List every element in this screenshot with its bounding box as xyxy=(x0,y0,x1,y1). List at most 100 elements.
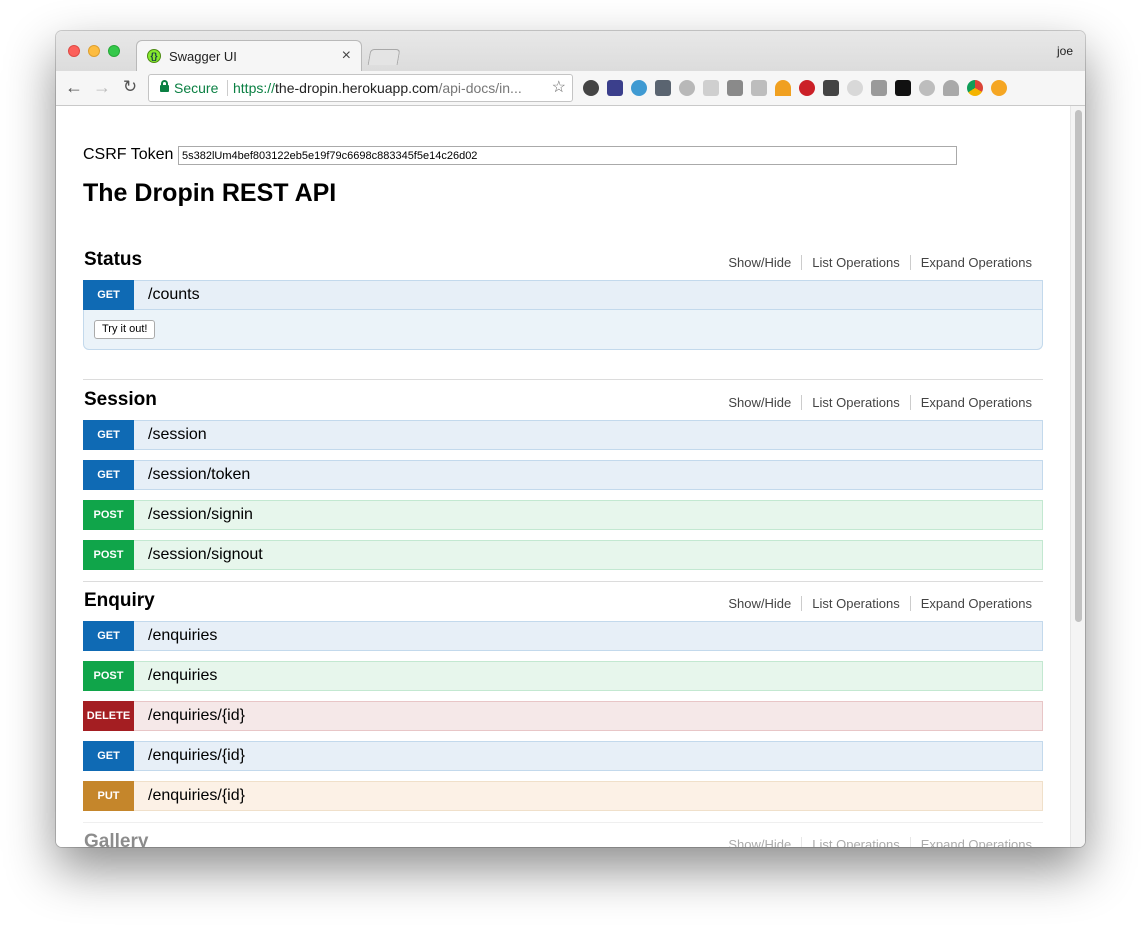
delicious-extension-icon[interactable] xyxy=(823,80,839,96)
operation-row[interactable]: GET /session xyxy=(83,420,1043,450)
http-method-badge[interactable]: POST xyxy=(83,540,134,570)
chrome-extension-icon[interactable] xyxy=(967,80,983,96)
back-arrow-icon[interactable]: ← xyxy=(64,77,84,98)
chat-extension-icon[interactable] xyxy=(751,80,767,96)
eye-extension-icon[interactable] xyxy=(943,80,959,96)
profile-name[interactable]: joe xyxy=(1057,44,1073,58)
http-method-badge[interactable]: DELETE xyxy=(83,701,134,731)
operation-path[interactable]: /session/signout xyxy=(148,546,263,564)
vertical-scrollbar[interactable] xyxy=(1070,106,1085,847)
resource-name[interactable]: Enquiry xyxy=(84,590,155,612)
csrf-token-input[interactable] xyxy=(178,146,957,165)
swagger-favicon-icon: {} xyxy=(147,49,161,63)
resource-name[interactable]: Session xyxy=(84,389,157,411)
update-extension-icon[interactable] xyxy=(991,80,1007,96)
http-method-badge[interactable]: GET xyxy=(83,460,134,490)
resource-divider xyxy=(83,581,1043,582)
shield-extension-icon[interactable] xyxy=(607,80,623,96)
font-extension-icon[interactable] xyxy=(847,80,863,96)
http-method-badge[interactable]: GET xyxy=(83,621,134,651)
operation-path[interactable]: /enquiries xyxy=(148,667,217,685)
operation-path[interactable]: /session xyxy=(148,426,207,444)
address-bar[interactable]: Secure https://the-dropin.herokuapp.com/… xyxy=(148,74,573,102)
expand-operations-link[interactable]: Expand Operations xyxy=(909,255,1032,270)
show-hide-link[interactable]: Show/Hide xyxy=(718,837,801,847)
close-window-button[interactable] xyxy=(68,45,80,57)
page-title: The Dropin REST API xyxy=(83,179,337,207)
operation-path[interactable]: /enquiries/{id} xyxy=(148,787,245,805)
page-content: CSRF Token The Dropin REST API Status Sh… xyxy=(56,106,1070,847)
http-method-badge[interactable]: GET xyxy=(83,280,134,310)
bookmark-star-icon[interactable]: ☆ xyxy=(552,75,566,101)
tab-close-icon[interactable]: × xyxy=(342,47,351,65)
html-extension-icon[interactable] xyxy=(703,80,719,96)
operation-row[interactable]: DELETE /enquiries/{id} xyxy=(83,701,1043,731)
operation-row[interactable]: GET /enquiries/{id} xyxy=(83,741,1043,771)
list-operations-link[interactable]: List Operations xyxy=(801,395,909,410)
sync-extension-icon[interactable] xyxy=(583,80,599,96)
amazon-extension-icon[interactable] xyxy=(895,80,911,96)
list-operations-link[interactable]: List Operations xyxy=(801,837,909,847)
pinterest-extension-icon[interactable] xyxy=(799,80,815,96)
http-method-badge[interactable]: GET xyxy=(83,420,134,450)
list-operations-link[interactable]: List Operations xyxy=(801,255,909,270)
url-text[interactable]: https://the-dropin.herokuapp.com/api-doc… xyxy=(233,75,522,101)
show-hide-link[interactable]: Show/Hide xyxy=(718,596,801,611)
new-tab-button[interactable] xyxy=(367,49,401,65)
rainbow-extension-icon[interactable] xyxy=(775,80,791,96)
operation-path[interactable]: /counts xyxy=(148,286,200,304)
expand-operations-link[interactable]: Expand Operations xyxy=(909,837,1032,847)
show-hide-link[interactable]: Show/Hide xyxy=(718,255,801,270)
secure-label: Secure xyxy=(174,80,219,96)
operation-path[interactable]: /enquiries xyxy=(148,627,217,645)
settings-extension-icon[interactable] xyxy=(919,80,935,96)
show-hide-link[interactable]: Show/Hide xyxy=(718,395,801,410)
operation-row[interactable]: POST /enquiries xyxy=(83,661,1043,691)
share-extension-icon[interactable] xyxy=(679,80,695,96)
extension-icons xyxy=(583,80,1007,98)
browser-window: {} Swagger UI × joe ← → ↻ Secure https:/… xyxy=(56,31,1085,847)
monitor-extension-icon[interactable] xyxy=(655,80,671,96)
operation-path[interactable]: /session/token xyxy=(148,466,250,484)
operation-path[interactable]: /session/signin xyxy=(148,506,253,524)
tab-title: Swagger UI xyxy=(169,49,237,64)
resource-actions: Show/Hide List Operations Expand Operati… xyxy=(718,837,1032,847)
http-method-badge[interactable]: GET xyxy=(83,741,134,771)
browser-toolbar: ← → ↻ Secure https://the-dropin.herokuap… xyxy=(56,71,1085,106)
reload-icon[interactable]: ↻ xyxy=(120,77,140,97)
tab-swagger-ui[interactable]: {} Swagger UI × xyxy=(136,40,362,72)
http-method-badge[interactable]: POST xyxy=(83,500,134,530)
minimize-window-button[interactable] xyxy=(88,45,100,57)
http-method-badge[interactable]: POST xyxy=(83,661,134,691)
operation-row[interactable]: POST /session/signout xyxy=(83,540,1043,570)
scrollbar-thumb[interactable] xyxy=(1075,110,1082,622)
resource-name[interactable]: Gallery xyxy=(84,831,148,847)
resource-name[interactable]: Status xyxy=(84,249,142,271)
operation-details: Try it out! xyxy=(83,310,1043,350)
operation-row[interactable]: PUT /enquiries/{id} xyxy=(83,781,1043,811)
forward-arrow-icon[interactable]: → xyxy=(92,77,112,98)
operation-row[interactable]: GET /counts xyxy=(83,280,1043,310)
resource-actions: Show/Hide List Operations Expand Operati… xyxy=(718,395,1032,410)
operation-path[interactable]: /enquiries/{id} xyxy=(148,707,245,725)
k-extension-icon[interactable] xyxy=(871,80,887,96)
resource-actions: Show/Hide List Operations Expand Operati… xyxy=(718,596,1032,611)
operation-row[interactable]: POST /session/signin xyxy=(83,500,1043,530)
address-divider xyxy=(227,80,228,96)
try-it-out-button[interactable]: Try it out! xyxy=(94,320,156,339)
operation-row[interactable]: GET /session/token xyxy=(83,460,1043,490)
resource-divider xyxy=(83,822,1043,823)
csrf-label: CSRF Token xyxy=(83,146,174,163)
expand-operations-link[interactable]: Expand Operations xyxy=(909,596,1032,611)
resource-actions: Show/Hide List Operations Expand Operati… xyxy=(718,255,1032,270)
lock-icon xyxy=(160,80,169,92)
operation-path[interactable]: /enquiries/{id} xyxy=(148,747,245,765)
title-bar: {} Swagger UI × joe xyxy=(56,31,1085,72)
http-method-badge[interactable]: PUT xyxy=(83,781,134,811)
operation-row[interactable]: GET /enquiries xyxy=(83,621,1043,651)
list-operations-link[interactable]: List Operations xyxy=(801,596,909,611)
pocket-extension-icon[interactable] xyxy=(727,80,743,96)
expand-operations-link[interactable]: Expand Operations xyxy=(909,395,1032,410)
wave-extension-icon[interactable] xyxy=(631,80,647,96)
maximize-window-button[interactable] xyxy=(108,45,120,57)
